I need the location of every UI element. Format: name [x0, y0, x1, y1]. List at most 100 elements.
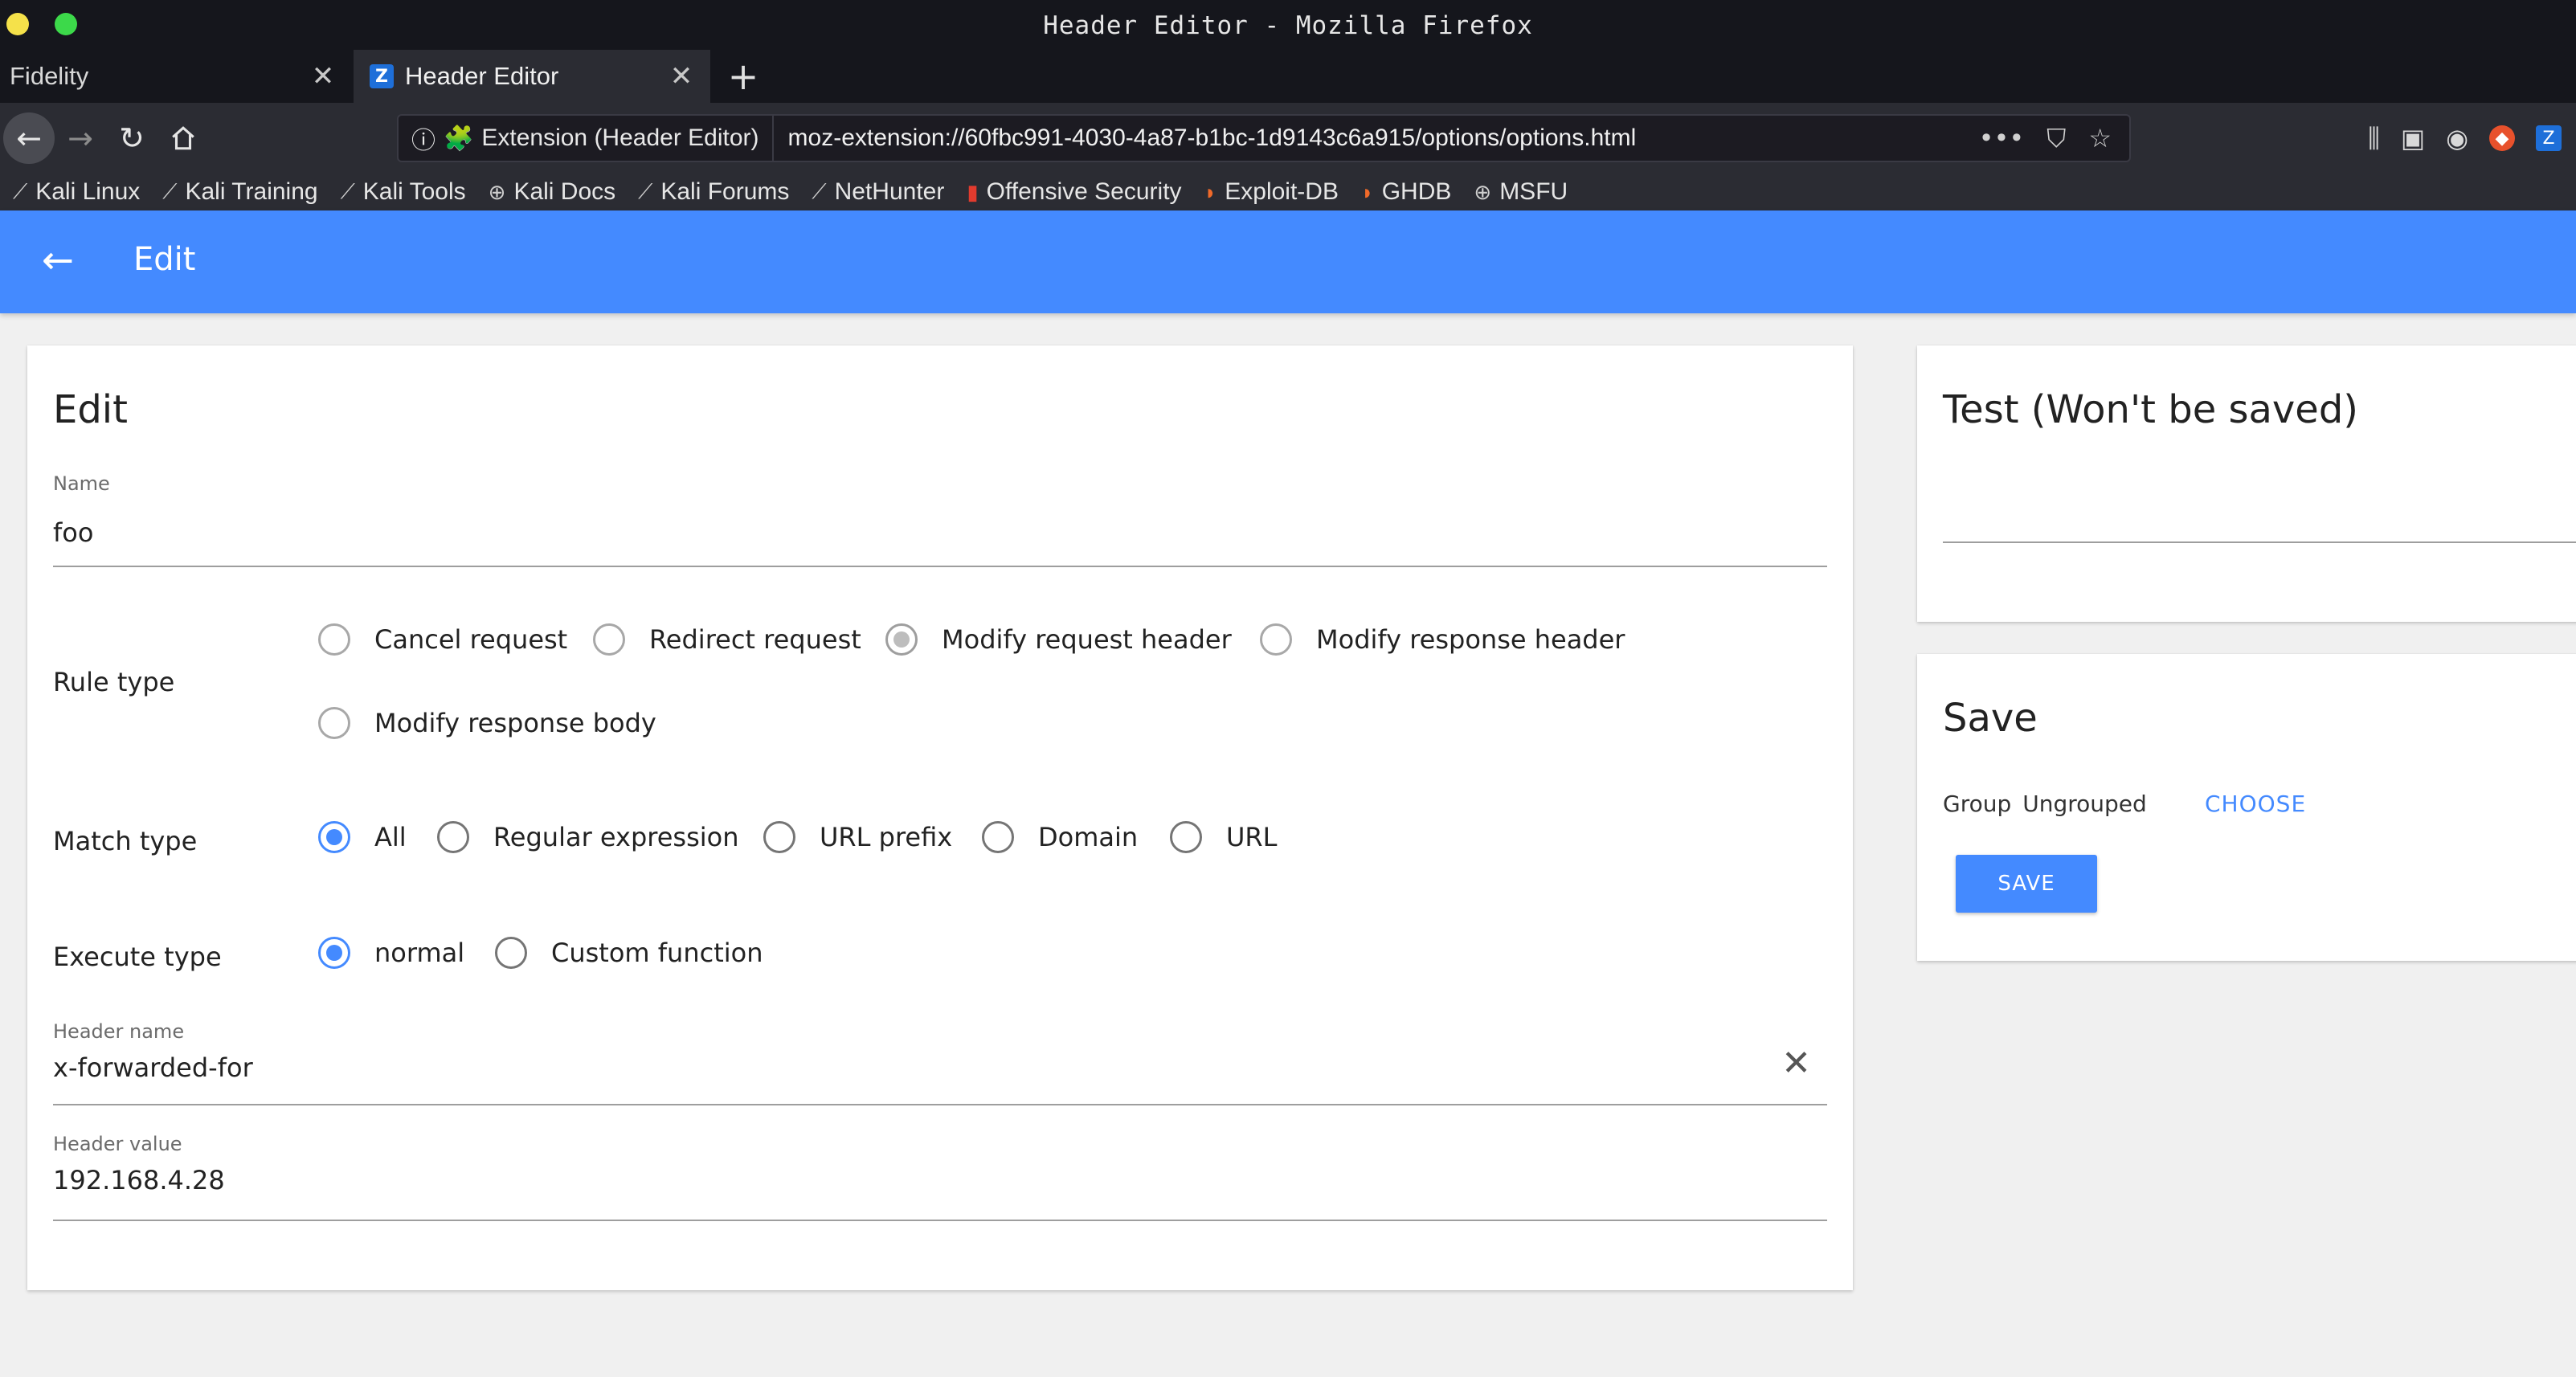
clear-icon[interactable]: ✕	[1781, 1043, 1811, 1084]
forward-button[interactable]: →	[55, 112, 106, 164]
globe-icon: ⊕	[488, 179, 506, 204]
radio-label: Modify response body	[374, 708, 656, 738]
foxyproxy-extension-icon[interactable]: ◆	[2489, 125, 2515, 151]
arrow-left-icon: ←	[16, 121, 42, 156]
app-back-button[interactable]: ←	[32, 235, 84, 286]
tab-header-editor[interactable]: Z Header Editor ✕	[354, 50, 710, 103]
header-value-field[interactable]: Header value 192.168.4.28	[53, 1133, 1827, 1221]
radio-redirect-request[interactable]: Redirect request	[593, 623, 861, 656]
home-icon	[172, 126, 194, 150]
header-editor-extension-icon[interactable]: Z	[2536, 125, 2562, 151]
radio-circle	[318, 707, 350, 739]
bookmark-star-icon[interactable]: ☆	[2088, 123, 2112, 154]
bookmark-exploit-db[interactable]: ◗ Exploit-DB	[1204, 178, 1339, 206]
save-card: Save Group Ungrouped CHOOSE SAVE	[1917, 654, 2576, 961]
radio-circle	[763, 821, 795, 853]
radio-circle	[593, 623, 625, 656]
site-identity[interactable]: ⓘ 🧩 Extension (Header Editor)	[399, 116, 774, 161]
radio-circle	[318, 623, 350, 656]
header-name-value: x-forwarded-for	[53, 1052, 253, 1083]
bookmark-msfu[interactable]: ⊕ MSFU	[1474, 178, 1568, 206]
toolbar-right: ⫼ ▣ ◉ ◆ Z	[2368, 103, 2576, 174]
radio-cancel-request[interactable]: Cancel request	[318, 623, 567, 656]
kali-dragon-icon: ⟋	[638, 179, 653, 203]
radio-match-url[interactable]: URL	[1170, 821, 1277, 853]
page-actions-menu-icon[interactable]: •••	[1979, 123, 2025, 154]
header-value-label: Header value	[53, 1133, 182, 1155]
close-tab-icon[interactable]: ✕	[665, 60, 697, 92]
name-field-value: foo	[53, 517, 94, 548]
header-editor-favicon-icon: Z	[370, 64, 394, 88]
back-button[interactable]: ←	[3, 112, 55, 164]
radio-label: Modify request header	[942, 624, 1232, 655]
window-titlebar: Header Editor - Mozilla Firefox	[0, 0, 2576, 50]
globe-icon: ⊕	[1474, 179, 1492, 204]
edit-card: Edit Name foo Rule type Cancel request R…	[27, 345, 1853, 1290]
radio-modify-request-header[interactable]: Modify request header	[885, 623, 1232, 656]
group-row: Group Ungrouped	[1943, 791, 2147, 817]
library-icon[interactable]: ⫼	[2368, 123, 2380, 154]
account-icon[interactable]: ◉	[2446, 123, 2468, 153]
bookmark-kali-linux[interactable]: ⟋ Kali Linux	[13, 178, 140, 206]
radio-match-url-prefix[interactable]: URL prefix	[763, 821, 952, 853]
radio-match-domain[interactable]: Domain	[982, 821, 1138, 853]
bookmark-kali-tools[interactable]: ⟋ Kali Tools	[341, 178, 466, 206]
radio-modify-response-header[interactable]: Modify response header	[1260, 623, 1625, 656]
radio-match-regex[interactable]: Regular expression	[437, 821, 739, 853]
bookmark-ghdb[interactable]: ◗ GHDB	[1361, 178, 1451, 206]
header-name-field[interactable]: Header name x-forwarded-for ✕	[53, 1020, 1827, 1105]
bookmark-kali-forums[interactable]: ⟋ Kali Forums	[638, 178, 789, 206]
close-tab-icon[interactable]: ✕	[307, 60, 339, 92]
bookmark-offensive-security[interactable]: ▮ Offensive Security	[967, 178, 1181, 206]
new-tab-button[interactable]: +	[717, 50, 770, 103]
tab-label: Fidelity	[10, 62, 89, 90]
bookmark-nethunter[interactable]: ⟋ NetHunter	[812, 178, 944, 206]
header-value-value: 192.168.4.28	[53, 1165, 225, 1195]
info-icon: ⓘ	[411, 128, 435, 154]
url-bar[interactable]: ⓘ 🧩 Extension (Header Editor) moz-extens…	[397, 114, 2131, 162]
radio-execute-normal[interactable]: normal	[318, 937, 464, 969]
app-header-title: Edit	[133, 241, 196, 278]
execute-type-label: Execute type	[53, 942, 222, 972]
radio-match-all[interactable]: All	[318, 821, 407, 853]
tab-strip: Fidelity ✕ Z Header Editor ✕	[0, 50, 2576, 103]
header-name-label: Header name	[53, 1020, 185, 1043]
test-url-input[interactable]	[1943, 541, 2576, 543]
radio-label: normal	[374, 938, 465, 968]
kali-dragon-icon: ⟋	[340, 179, 355, 203]
bookmark-kali-docs[interactable]: ⊕ Kali Docs	[489, 178, 616, 206]
tab-fidelity[interactable]: Fidelity ✕	[0, 50, 352, 103]
url-text[interactable]: moz-extension://60fbc991-4030-4a87-b1bc-…	[774, 125, 1979, 152]
radio-circle	[318, 937, 350, 969]
pocket-icon[interactable]: ⛉	[2046, 123, 2066, 154]
radio-label: Modify response header	[1316, 624, 1625, 655]
site-identity-label: Extension (Header Editor)	[481, 125, 759, 151]
tab-label: Header Editor	[405, 62, 559, 90]
reload-button[interactable]: ↻	[106, 112, 157, 164]
name-field-label: Name	[53, 472, 110, 495]
radio-label: All	[374, 822, 407, 852]
radio-circle	[318, 821, 350, 853]
edit-card-title: Edit	[53, 387, 128, 432]
radio-circle	[982, 821, 1014, 853]
sidebar-icon[interactable]: ▣	[2401, 123, 2425, 153]
choose-group-button[interactable]: CHOOSE	[2205, 791, 2306, 817]
name-field[interactable]: Name foo	[53, 472, 1827, 567]
nav-toolbar: ← → ↻ ⓘ 🧩 Extension (Header Editor) moz-…	[0, 103, 2576, 174]
arrow-left-icon: ←	[41, 238, 75, 283]
radio-label: URL	[1226, 822, 1278, 852]
radio-modify-response-body[interactable]: Modify response body	[318, 707, 656, 739]
puzzle-piece-icon: 🧩	[444, 125, 474, 152]
app-header: ← Edit	[0, 210, 2576, 313]
save-button[interactable]: SAVE	[1956, 855, 2097, 913]
kali-dragon-icon: ⟋	[13, 179, 28, 203]
exploitdb-icon: ◗	[1360, 179, 1374, 204]
radio-execute-custom-function[interactable]: Custom function	[495, 937, 763, 969]
kali-dragon-icon: ⟋	[812, 179, 827, 203]
home-button[interactable]	[157, 112, 209, 164]
test-card: Test (Won't be saved)	[1917, 345, 2576, 622]
radio-label: Regular expression	[493, 822, 739, 852]
bookmark-kali-training[interactable]: ⟋ Kali Training	[162, 178, 317, 206]
radio-circle	[885, 623, 918, 656]
page-actions: ••• ⛉ ☆	[1979, 123, 2129, 154]
